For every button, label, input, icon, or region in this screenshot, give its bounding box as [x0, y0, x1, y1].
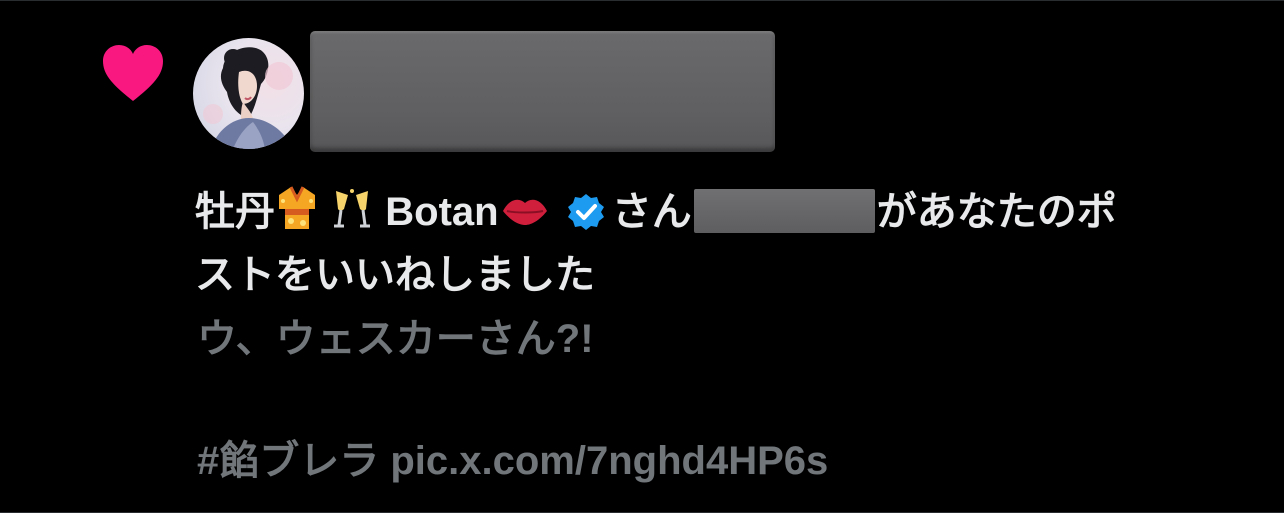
verified-badge-icon	[566, 191, 606, 247]
action-text-part1: があなたのポ	[876, 190, 1117, 234]
avatar[interactable]	[193, 38, 304, 149]
user-name-text[interactable]: Botan	[385, 190, 498, 234]
user-display-name[interactable]: 牡丹	[195, 190, 275, 234]
post-hashtag-link-line[interactable]: #餡ブレラ pic.x.com/7nghd4HP6s	[197, 437, 828, 485]
like-notification[interactable]: 牡丹 Botan さん があなたのポ ストをいいねしました ウ、ウェスカーさん?…	[0, 0, 1284, 513]
action-text-part2: ストをいいねしました	[195, 253, 595, 297]
kimono-icon	[275, 185, 319, 246]
post-text-line[interactable]: ウ、ウェスカーさん?!	[197, 315, 594, 363]
honorific-text: さん	[611, 190, 692, 234]
notification-message: 牡丹 Botan さん があなたのポストをいいねしました	[195, 184, 1235, 303]
redacted-name-block	[310, 31, 775, 152]
redacted-inline-name	[693, 189, 875, 233]
kiss-mark-icon	[499, 190, 551, 246]
heart-icon	[103, 45, 163, 101]
clinking-glasses-icon	[330, 187, 374, 246]
